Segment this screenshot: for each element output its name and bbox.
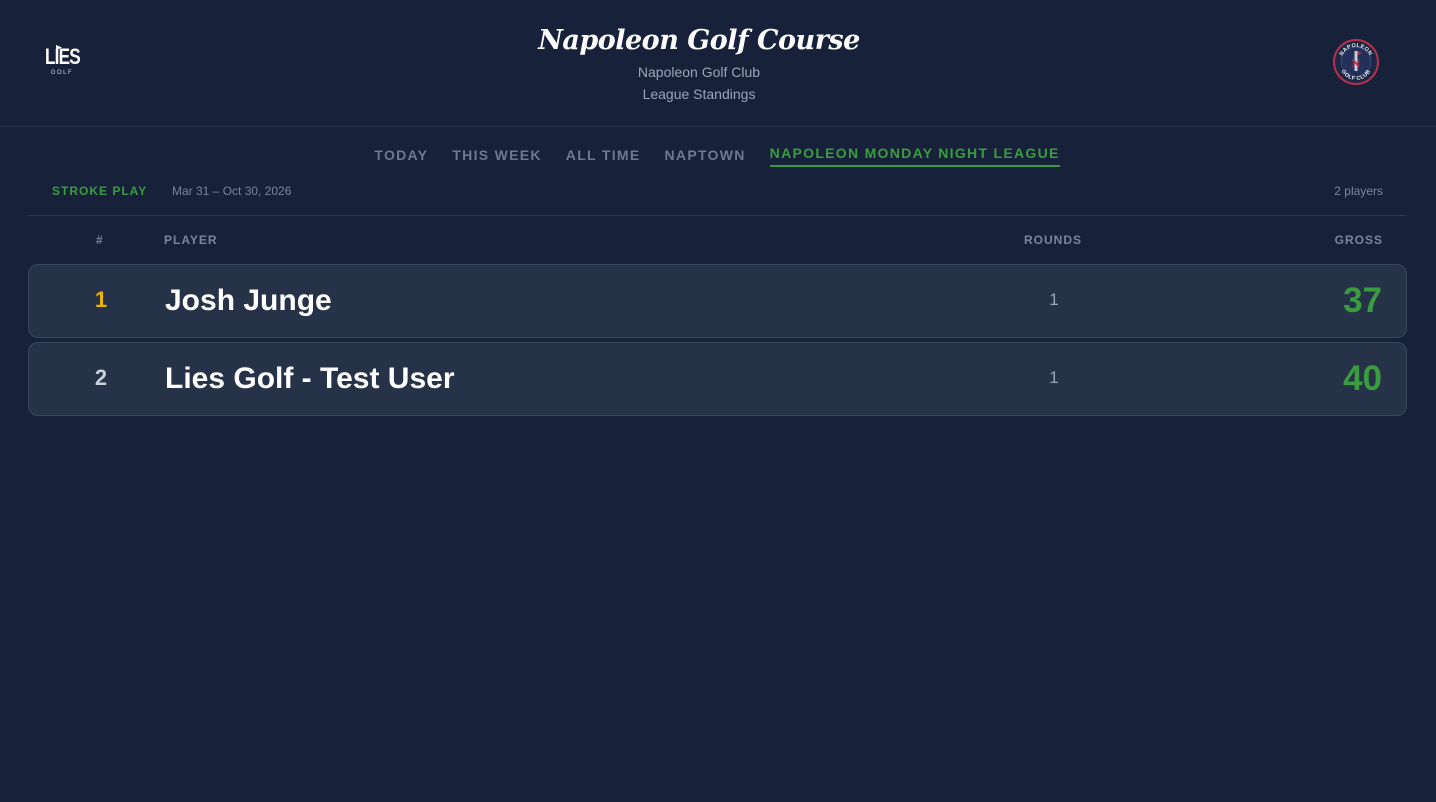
gross-score: 37 [1343,281,1382,320]
badge-monogram: N [1351,59,1360,70]
rounds-value: 1 [1049,368,1059,387]
tab-this-week[interactable]: THIS WEEK [452,143,541,167]
date-range: Mar 31 – Oct 30, 2026 [172,184,292,198]
table-row[interactable]: 1 Josh Junge 1 37 [28,264,1407,338]
course-title: Napoleon Golf Course [538,25,860,56]
title-block: Napoleon Golf Course Napoleon Golf Club … [0,22,1398,105]
rounds-value: 1 [1049,290,1059,309]
rank-value: 1 [94,287,108,312]
club-badge-logo: NAPOLEON GOLF CLUB N [1333,39,1379,85]
column-header-player: PLAYER [164,233,218,247]
column-header-gross: GROSS [1334,233,1383,247]
club-name: Napoleon Golf Club [637,64,761,80]
player-name: Lies Golf - Test User [165,362,455,395]
rank-value: 2 [94,365,108,390]
column-header-rank: # [96,233,104,247]
page-header: LIES GOLF Napoleon Golf Course Napoleon … [0,0,1436,127]
table-row[interactable]: 2 Lies Golf - Test User 1 40 [28,342,1407,416]
standings-meta-bar: STROKE PLAY Mar 31 – Oct 30, 2026 2 play… [28,176,1406,216]
gross-score: 40 [1343,359,1382,398]
tab-napoleon-monday-night-league[interactable]: NAPOLEON MONDAY NIGHT LEAGUE [769,143,1060,167]
tab-today[interactable]: TODAY [374,143,428,167]
player-count: 2 players [1334,184,1383,198]
column-header-rounds: ROUNDS [1024,233,1083,247]
tab-all-time[interactable]: ALL TIME [566,143,641,167]
player-name: Josh Junge [165,284,332,317]
page-subtitle: League Standings [642,86,756,102]
format-label: STROKE PLAY [52,184,148,198]
leaderboard-page: LIES GOLF Napoleon Golf Course Napoleon … [0,0,1436,802]
period-tabs: TODAY THIS WEEK ALL TIME NAPTOWN NAPOLEO… [0,143,1436,167]
tab-naptown[interactable]: NAPTOWN [665,143,746,167]
